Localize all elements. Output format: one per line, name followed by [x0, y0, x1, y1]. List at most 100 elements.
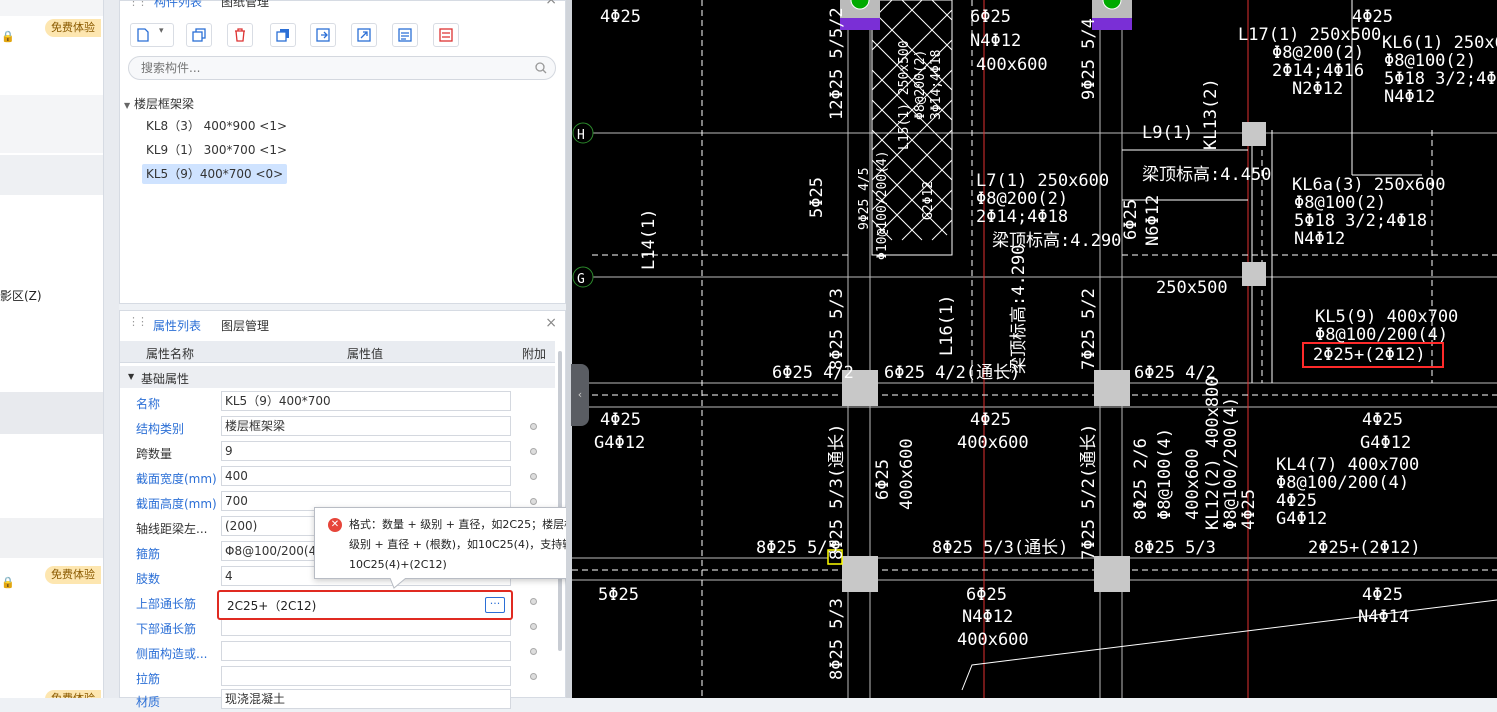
top-rebar-input[interactable]: 2C25+（2C12)	[227, 597, 316, 614]
drag-grip-icon[interactable]: ⋮⋮	[128, 315, 148, 328]
close-icon[interactable]: ×	[545, 315, 557, 331]
extra-checkbox[interactable]	[530, 673, 537, 680]
component-search[interactable]	[128, 56, 556, 80]
cad-label: Φ8@200(2)	[913, 50, 928, 120]
extra-checkbox[interactable]	[530, 648, 537, 655]
property-row[interactable]: 拉筋	[120, 664, 555, 689]
top-rebar-editor[interactable]: 2C25+（2C12) ···	[217, 590, 513, 620]
cad-label: KL6(1) 250x600	[1382, 33, 1497, 53]
property-value[interactable]: 400	[221, 466, 511, 486]
cad-label: L15(1) 250x500	[897, 40, 912, 150]
property-name: 上部通长筋	[136, 597, 197, 611]
tree-group[interactable]: ▼ 楼层框架梁	[124, 95, 194, 112]
cad-label: 12Φ25 5/5/2	[827, 7, 847, 120]
left-strip-band	[0, 0, 103, 16]
tab-drawing-manage[interactable]: 图纸管理	[221, 0, 269, 10]
cad-label: 4Φ25	[1362, 585, 1403, 605]
cad-label: Φ8@100/200(4)	[1221, 397, 1241, 530]
property-row[interactable]: 结构类别 楼层框架梁	[120, 414, 555, 439]
cad-label: 6Φ25	[970, 7, 1011, 27]
search-icon[interactable]	[535, 62, 547, 74]
cad-label: N4Φ12	[962, 607, 1013, 627]
extra-checkbox[interactable]	[530, 598, 537, 605]
property-value[interactable]: 现浇混凝土	[221, 689, 511, 709]
cad-label: 梁顶标高:4.450	[1142, 165, 1271, 185]
close-icon[interactable]: ×	[545, 0, 557, 8]
cad-label: 8Φ25 2/6	[1131, 438, 1151, 520]
cad-label: 4Φ25	[970, 410, 1011, 430]
left-strip-band	[0, 518, 103, 558]
chevron-down-icon[interactable]: ▼	[128, 372, 134, 381]
extra-checkbox[interactable]	[530, 623, 537, 630]
cad-label: 4Φ25	[600, 7, 641, 27]
extra-checkbox[interactable]	[530, 473, 537, 480]
property-row[interactable]: 跨数量 9	[120, 439, 555, 464]
new-component-button[interactable]: ▾	[130, 23, 174, 47]
export-icon	[316, 28, 330, 42]
cad-label: KL13(2)	[1201, 78, 1221, 150]
tab-layer-manage[interactable]: 图层管理	[221, 317, 269, 334]
shadow-area-label[interactable]: 影区(Z)	[0, 287, 42, 304]
cad-label: Φ8@200(2)	[1272, 43, 1364, 63]
tab-component-list[interactable]: 构件列表	[154, 0, 202, 10]
property-group[interactable]: ▼ 基础属性	[120, 366, 555, 388]
import-button[interactable]	[351, 23, 377, 47]
cad-label: 5Φ18 3/2;4Φ18	[1294, 211, 1427, 231]
property-name: 侧面构造或...	[136, 647, 208, 661]
copy-icon	[192, 28, 206, 42]
cad-labels: 4Φ25 6Φ25 N4Φ12 400x600 12Φ25 5/5/2 9Φ25…	[577, 7, 1497, 680]
cad-label: Φ8@100/200(4)	[1276, 473, 1409, 493]
cad-label: G4Φ12	[1276, 509, 1327, 529]
new-icon	[137, 28, 149, 42]
cad-label: 7Φ25 5/2(通长)	[1079, 424, 1099, 560]
property-row[interactable]: 材质 现浇混凝土	[120, 687, 555, 712]
cad-label: 4Φ25	[1239, 489, 1259, 530]
collapse-panel-handle[interactable]: ‹	[571, 364, 589, 426]
layer-copy-button[interactable]	[270, 23, 296, 47]
property-row[interactable]: 截面宽度(mm) 400	[120, 464, 555, 489]
error-icon: ✕	[328, 518, 342, 532]
left-strip-band	[0, 392, 103, 434]
tree-item[interactable]: KL9（1） 300*700 <1>	[142, 140, 291, 160]
tree-group-label: 楼层框架梁	[133, 97, 194, 111]
scrollbar[interactable]	[558, 351, 562, 651]
free-trial-badge[interactable]: 免费体验	[45, 690, 101, 698]
tab-property-list[interactable]: 属性列表	[153, 317, 201, 334]
property-value[interactable]	[221, 666, 511, 686]
chevron-down-icon[interactable]: ▼	[124, 101, 130, 110]
left-strip: 🔒 免费体验 影区(Z) 🔒 免费体验 免费体验	[0, 0, 104, 698]
free-trial-badge[interactable]: 免费体验	[45, 19, 101, 37]
more-button[interactable]: ···	[485, 597, 505, 613]
extra-checkbox[interactable]	[530, 448, 537, 455]
property-name: 拉筋	[136, 672, 161, 686]
tree-item-selected[interactable]: KL5（9）400*700 <0>	[142, 164, 288, 184]
property-value[interactable]	[221, 641, 511, 661]
property-row[interactable]: 名称 KL5（9）400*700	[120, 389, 555, 414]
export-button[interactable]	[310, 23, 336, 47]
layer-copy-icon	[276, 29, 289, 42]
property-row[interactable]: 侧面构造或...	[120, 639, 555, 664]
property-value[interactable]: KL5（9）400*700	[221, 391, 511, 411]
property-value[interactable]: 楼层框架梁	[221, 416, 511, 436]
property-name: 肢数	[136, 572, 161, 586]
cad-drawing-canvas[interactable]: 4Φ25 6Φ25 N4Φ12 400x600 12Φ25 5/5/2 9Φ25…	[572, 0, 1497, 698]
cad-label: 7Φ25 5/2	[1079, 288, 1099, 370]
cad-drawing[interactable]: 4Φ25 6Φ25 N4Φ12 400x600 12Φ25 5/5/2 9Φ25…	[572, 0, 1497, 698]
properties-button[interactable]	[433, 23, 459, 47]
drag-grip-icon[interactable]: ⋮⋮	[128, 0, 148, 8]
cad-label: 4Φ25	[1276, 491, 1317, 511]
copy-button[interactable]	[186, 23, 212, 47]
search-input[interactable]	[141, 60, 521, 76]
extra-checkbox[interactable]	[530, 498, 537, 505]
extra-checkbox[interactable]	[530, 423, 537, 430]
tree-item[interactable]: KL8（3） 400*900 <1>	[142, 116, 291, 136]
tooltip-pointer	[390, 578, 407, 589]
list-view-button[interactable]	[392, 23, 418, 47]
cad-label: 6Φ25	[873, 459, 893, 500]
delete-button[interactable]	[227, 23, 253, 47]
list-icon	[398, 28, 412, 42]
free-trial-badge[interactable]: 免费体验	[45, 566, 101, 584]
header-property-value: 属性值	[347, 347, 384, 361]
delete-icon	[235, 28, 245, 42]
property-value[interactable]: 9	[221, 441, 511, 461]
